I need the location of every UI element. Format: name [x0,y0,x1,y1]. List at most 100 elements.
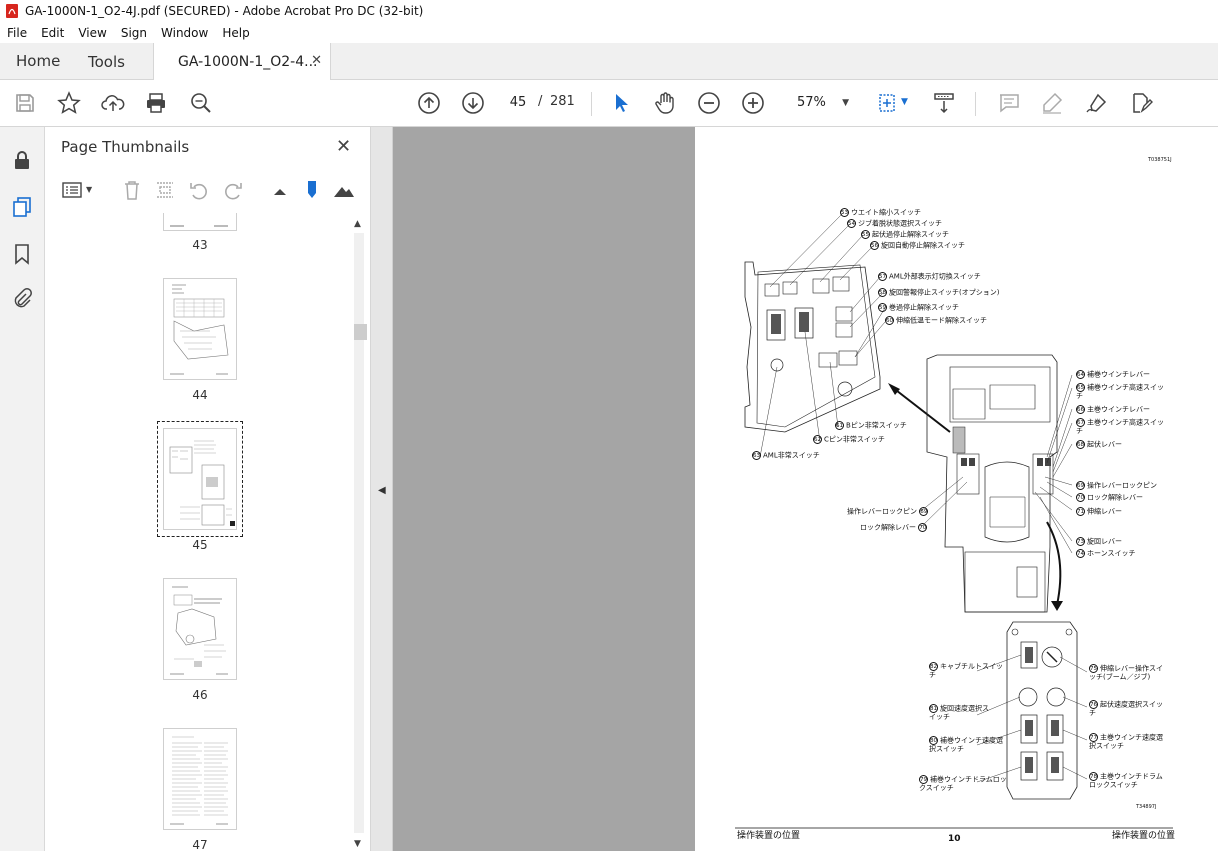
callout-label: 59 巻過停止解除スイッチ [878,303,959,312]
rotate-counterclockwise-icon[interactable] [188,179,210,201]
callout-label: 55 起伏過停止解除スイッチ [861,230,949,239]
delete-page-icon[interactable] [121,179,143,201]
callout-label: 56 旋回自動停止解除スイッチ [870,241,965,250]
scroll-track[interactable] [354,233,364,833]
enlarge-thumbnail-icon[interactable] [333,179,355,201]
thumbnail-label: 46 [192,688,208,702]
window-title: GA-1000N-1_O2-4J.pdf (SECURED) - Adobe A… [25,4,424,18]
callout-label: 74 ホーンスイッチ [1076,549,1136,558]
scroll-down-icon[interactable]: ▼ [354,839,361,849]
tab-document-label: GA-1000N-1_O2-4... [178,53,318,70]
extract-page-icon[interactable] [154,179,176,201]
callout-label: 69 操作レバーロックピン [1076,481,1157,490]
callout-label: 80 補巻ウインチ速度選択スイッチ [929,736,1003,753]
thumbnail-options-icon[interactable] [61,179,83,201]
callout-label: 64 補巻ウインチレバー [1076,370,1150,379]
document-view[interactable]: T038751J 53 ウエイト縮小スイッチ 54 ジブ着脱状態選択スイッチ 5… [393,127,1218,851]
callout-label: 78 主巻ウインチドラムロックスイッチ [1089,772,1163,789]
left-navigation-rail [0,127,45,851]
callout-label: 61 Bピン非常スイッチ [835,421,907,430]
callout-label: 66 主巻ウインチレバー [1076,405,1150,414]
hand-tool-icon[interactable] [653,91,677,115]
chevron-down-icon: ▼ [842,98,849,108]
tab-bar: Home Tools GA-1000N-1_O2-4... ✕ [0,43,1218,80]
thumbnail-marker-icon[interactable] [301,179,323,201]
callout-label: 75 伸縮レバー操作スイッチ(ブーム／ジブ) [1089,664,1163,681]
thumbnail-scrollbar[interactable]: ▲ ▼ [351,219,367,851]
callout-label: 81 旋回速度選択スイッチ [929,704,989,721]
zoom-level-select[interactable]: 57% ▼ [785,91,855,115]
scroll-thumb[interactable] [354,324,367,340]
zoom-in-icon[interactable] [741,91,765,115]
page-number-input[interactable]: 45 [502,91,534,115]
menu-help[interactable]: Help [215,26,256,40]
page-thumbnails-icon[interactable] [11,196,33,218]
thumbnail-label: 45 [192,538,208,552]
find-zoom-icon[interactable] [189,91,213,115]
thumbnail-page-current[interactable] [163,428,237,530]
callout-label: 82 キャブチルトスイッチ [929,662,1003,679]
zoom-out-icon[interactable] [697,91,721,115]
callout-label: 60 伸縮低温モード解除スイッチ [885,316,987,325]
page-footer-number: 10 [948,834,961,844]
page-fit-icon[interactable] [876,91,900,115]
thumbnail-label: 47 [192,838,208,851]
callout-label: 54 ジブ着脱状態選択スイッチ [847,219,942,228]
attachments-paperclip-icon[interactable] [11,288,33,310]
callout-label: 62 Cピン非常スイッチ [813,435,885,444]
scroll-mode-icon[interactable] [932,91,956,115]
close-panel-icon[interactable]: ✕ [336,136,351,157]
select-cursor-icon[interactable] [609,91,633,115]
upload-cloud-icon[interactable] [101,91,125,115]
callout-label: 68 起伏レバー [1076,440,1122,449]
page-fit-dropdown-icon[interactable]: ▼ [901,97,908,107]
callout-label: 63 AML非常スイッチ [752,451,820,460]
lock-icon[interactable] [11,149,33,171]
thumbnail-list: 43 44 45 46 47 [45,213,351,851]
bookmarks-icon[interactable] [11,243,33,265]
rotate-clockwise-icon[interactable] [222,179,244,201]
thumbnail-page[interactable] [163,213,237,231]
menu-sign[interactable]: Sign [114,26,154,40]
page-footer-right: 操作装置の位置 [1112,831,1176,841]
thumbnail-label: 44 [192,388,208,402]
previous-page-icon[interactable] [417,91,441,115]
save-icon[interactable] [13,91,37,115]
page-thumbnails-panel: Page Thumbnails ✕ ▼ 43 44 45 46 47 ▲ ▼ [45,127,371,851]
tab-tools-label: Tools [88,52,125,71]
callout-label: 57 AML外部表示灯切換スイッチ [878,272,981,281]
print-icon[interactable] [144,91,168,115]
scroll-up-icon[interactable]: ▲ [354,219,361,229]
thumbnail-page[interactable] [163,728,237,830]
toolbar-divider [975,92,976,116]
menu-edit[interactable]: Edit [34,26,71,40]
callout-label: 71 伸縮レバー [1076,507,1122,516]
next-page-icon[interactable] [461,91,485,115]
toolbar-divider [591,92,592,116]
sign-pen-icon[interactable] [1085,91,1109,115]
bookmark-star-icon[interactable] [57,91,81,115]
thumbnail-page[interactable] [163,278,237,380]
callout-label: 58 旋回警報停止スイッチ(オプション) [878,288,1000,297]
options-dropdown-icon[interactable]: ▼ [86,185,92,194]
main-toolbar: 45 / 281 57% ▼ ▼ [0,80,1218,127]
menu-view[interactable]: View [71,26,113,40]
panel-collapse-bar[interactable]: ◀ [371,127,393,851]
reduce-thumbnail-icon[interactable] [269,179,291,201]
fill-sign-icon[interactable] [1129,91,1153,115]
callout-label: 76 起伏速度選択スイッチ [1089,700,1163,717]
zoom-level-value: 57% [797,95,826,110]
collapse-left-icon[interactable]: ◀ [378,485,386,496]
title-bar: GA-1000N-1_O2-4J.pdf (SECURED) - Adobe A… [0,0,1218,22]
acrobat-logo-icon [6,4,18,18]
callout-label: 65 補巻ウインチ高速スイッチ [1076,383,1164,400]
tab-document[interactable]: GA-1000N-1_O2-4... ✕ [153,43,331,80]
close-tab-icon[interactable]: ✕ [311,53,322,68]
menu-window[interactable]: Window [154,26,215,40]
callout-label: 操作レバーロックピン 69 [847,507,929,516]
highlight-pen-icon[interactable] [1040,91,1064,115]
comment-icon[interactable] [997,91,1021,115]
thumbnail-page[interactable] [163,578,237,680]
menu-file[interactable]: File [0,26,34,40]
callout-label: 53 ウエイト縮小スイッチ [840,208,921,217]
